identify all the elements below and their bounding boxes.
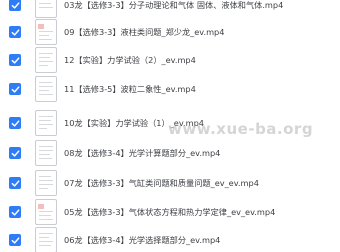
file-name: 07龙【选修3-3】气缸类问题和质量问题_ev_ev.mp4: [64, 178, 259, 188]
file-row[interactable]: 06龙【选修3-4】光学选择题部分_ev.mp4: [0, 225, 340, 252]
file-row[interactable]: 08龙【选修3-4】光学计算题部分_ev.mp4: [0, 138, 340, 168]
document-thumbnail-icon: [35, 227, 57, 252]
file-name: 05龙【选修3-3】气体状态方程和热力学定律_ev_ev.mp4: [64, 207, 276, 217]
document-thumbnail-icon: [35, 19, 57, 45]
file-name: 09【选修3-3】液柱类问题_郑少龙_ev.mp4: [64, 27, 225, 37]
file-checkbox[interactable]: [9, 26, 21, 38]
file-name: 03龙【选修3-3】分子动理论和气体 固体、液体和气体.mp4: [64, 0, 284, 10]
file-row[interactable]: 12【实验】力学试验（2）_ev.mp4: [0, 45, 340, 75]
document-thumbnail-icon: [35, 199, 57, 225]
check-icon: [11, 28, 19, 36]
document-thumbnail-icon: [35, 170, 57, 196]
file-name: 12【实验】力学试验（2）_ev.mp4: [64, 55, 196, 65]
file-checkbox[interactable]: [9, 234, 21, 246]
file-row[interactable]: 11【选修3-5】波粒二象性_ev.mp4: [0, 74, 340, 104]
document-thumbnail-icon: [35, 140, 57, 166]
check-icon: [11, 56, 19, 64]
file-row[interactable]: 10龙【实验】力学试验（1）_ev.mp4: [0, 108, 340, 138]
check-icon: [11, 85, 19, 93]
check-icon: [11, 149, 19, 157]
file-checkbox[interactable]: [9, 117, 21, 129]
file-checkbox[interactable]: [9, 83, 21, 95]
file-list: 03龙【选修3-3】分子动理论和气体 固体、液体和气体.mp4 09【选修3-3…: [0, 0, 340, 252]
file-checkbox[interactable]: [9, 147, 21, 159]
check-icon: [11, 1, 19, 9]
document-thumbnail-icon: [35, 110, 57, 136]
file-checkbox[interactable]: [9, 0, 21, 11]
check-icon: [11, 179, 19, 187]
file-checkbox[interactable]: [9, 54, 21, 66]
file-checkbox[interactable]: [9, 177, 21, 189]
document-thumbnail-icon: [35, 76, 57, 102]
file-name: 11【选修3-5】波粒二象性_ev.mp4: [64, 84, 196, 94]
file-name: 08龙【选修3-4】光学计算题部分_ev.mp4: [64, 148, 221, 158]
file-row[interactable]: 05龙【选修3-3】气体状态方程和热力学定律_ev_ev.mp4: [0, 197, 340, 227]
file-name: 10龙【实验】力学试验（1）_ev.mp4: [64, 118, 205, 128]
document-thumbnail-icon: [35, 47, 57, 73]
file-checkbox[interactable]: [9, 206, 21, 218]
file-row[interactable]: 07龙【选修3-3】气缸类问题和质量问题_ev_ev.mp4: [0, 168, 340, 198]
check-icon: [11, 119, 19, 127]
check-icon: [11, 236, 19, 244]
document-thumbnail-icon: [35, 0, 57, 18]
file-row[interactable]: 09【选修3-3】液柱类问题_郑少龙_ev.mp4: [0, 17, 340, 47]
file-name: 06龙【选修3-4】光学选择题部分_ev.mp4: [64, 235, 221, 245]
check-icon: [11, 208, 19, 216]
